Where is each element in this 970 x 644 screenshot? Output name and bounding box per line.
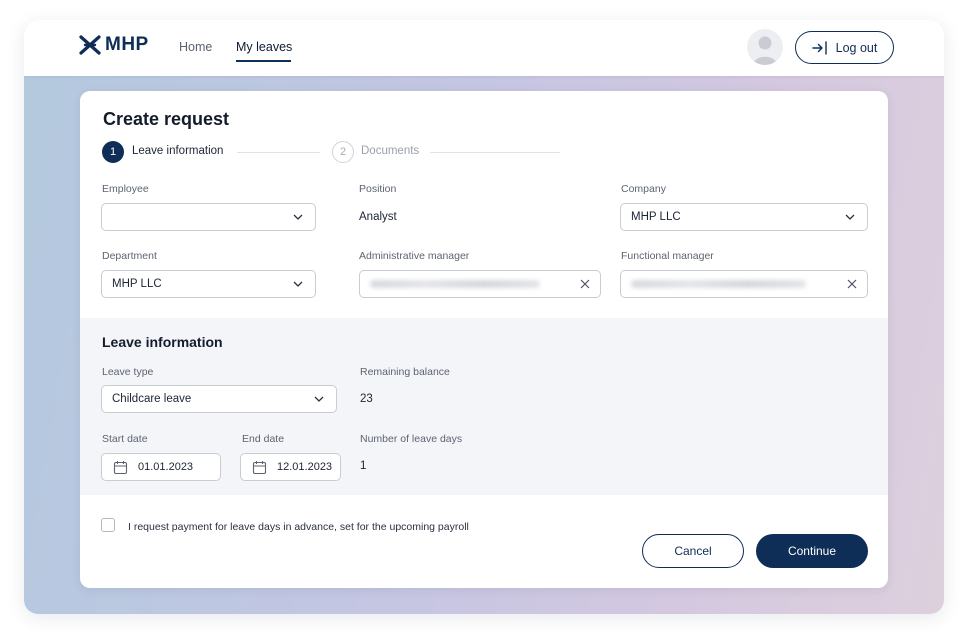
close-icon[interactable] (847, 279, 857, 289)
logout-button[interactable]: Log out (795, 31, 894, 64)
department-value: MHP LLC (112, 278, 162, 290)
chevron-down-icon (845, 214, 855, 220)
admin-manager-field[interactable] (359, 270, 601, 298)
logout-icon (811, 40, 827, 55)
employee-select[interactable] (101, 203, 316, 231)
admin-manager-label: Administrative manager (359, 250, 470, 262)
step-trailing-line (430, 152, 560, 153)
create-request-card: Create request 1 Leave information 2 Doc… (80, 91, 888, 588)
step-2-indicator: 2 (332, 141, 354, 163)
chevron-down-icon (293, 214, 303, 220)
top-navigation-bar: MHP Home My leaves Log out (24, 20, 944, 76)
logo-text: MHP (105, 34, 149, 55)
nav-home-link[interactable]: Home (179, 40, 212, 54)
leave-type-value: Childcare leave (112, 393, 192, 405)
user-avatar[interactable] (747, 29, 783, 65)
continue-button[interactable]: Continue (756, 534, 868, 568)
chevron-down-icon (293, 281, 303, 287)
leave-section-title: Leave information (102, 334, 223, 350)
position-value: Analyst (359, 211, 397, 223)
brand-logo[interactable]: MHP (79, 34, 149, 56)
page-title: Create request (103, 109, 230, 129)
leave-type-label: Leave type (102, 366, 154, 378)
end-date-value: 12.01.2023 (277, 461, 333, 473)
close-icon[interactable] (580, 279, 590, 289)
calendar-icon (113, 460, 128, 474)
user-avatar-icon (753, 36, 777, 65)
logo-icon (79, 35, 101, 55)
end-date-label: End date (242, 433, 285, 445)
employee-label: Employee (102, 183, 149, 195)
functional-manager-label: Functional manager (621, 250, 714, 262)
leave-days-value: 1 (360, 460, 367, 472)
cancel-button[interactable]: Cancel (642, 534, 744, 568)
step-2-label: Documents (361, 145, 420, 157)
start-date-label: Start date (102, 433, 148, 445)
app-frame: MHP Home My leaves Log out Create reques… (24, 20, 944, 614)
step-1-label: Leave information (132, 145, 224, 157)
leave-days-label: Number of leave days (360, 433, 463, 445)
company-value: MHP LLC (631, 211, 681, 223)
admin-manager-redacted-value (370, 280, 540, 288)
company-label: Company (621, 183, 666, 195)
start-date-value: 01.01.2023 (138, 461, 194, 473)
calendar-icon (252, 460, 267, 474)
advance-payment-checkbox[interactable] (101, 518, 115, 532)
functional-manager-field[interactable] (620, 270, 868, 298)
department-select[interactable]: MHP LLC (101, 270, 316, 298)
end-date-input[interactable]: 12.01.2023 (240, 453, 341, 481)
chevron-down-icon (314, 396, 324, 402)
remaining-balance-label: Remaining balance (360, 366, 450, 378)
active-nav-underline (236, 60, 291, 62)
nav-my-leaves-link[interactable]: My leaves (236, 40, 292, 54)
step-connector-line (237, 152, 320, 153)
step-1-indicator: 1 (102, 141, 124, 163)
department-label: Department (102, 250, 157, 262)
advance-payment-label: I request payment for leave days in adva… (128, 521, 469, 533)
functional-manager-redacted-value (631, 280, 806, 288)
leave-type-select[interactable]: Childcare leave (101, 385, 337, 413)
remaining-balance-value: 23 (360, 393, 373, 405)
company-select[interactable]: MHP LLC (620, 203, 868, 231)
logout-label: Log out (835, 40, 878, 55)
position-label: Position (359, 183, 397, 195)
start-date-input[interactable]: 01.01.2023 (101, 453, 221, 481)
